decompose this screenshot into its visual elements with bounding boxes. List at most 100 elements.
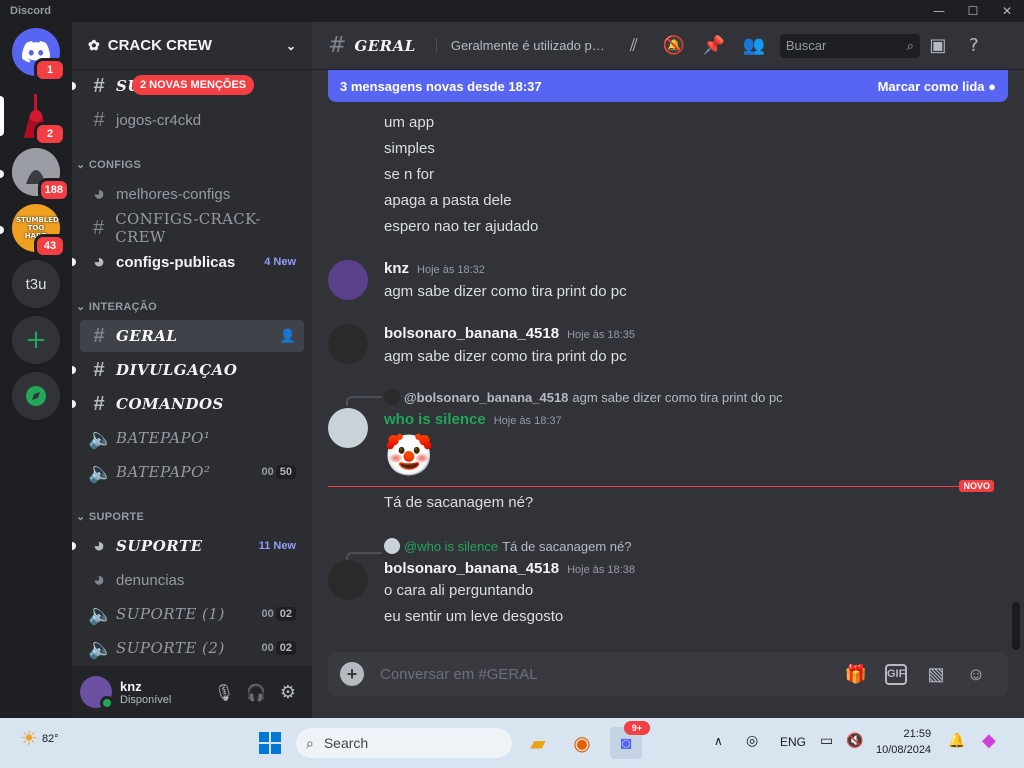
window-titlebar: Discord — ☐ ✕ bbox=[0, 0, 1024, 22]
avatar[interactable] bbox=[328, 324, 368, 364]
server-t3u[interactable]: t3u bbox=[12, 260, 60, 308]
inbox-icon[interactable]: ▣ bbox=[920, 35, 956, 56]
category-configs[interactable]: ⌄ CONFIGS bbox=[76, 158, 141, 171]
language-indicator[interactable]: ENG bbox=[780, 735, 806, 749]
hash-icon: # bbox=[93, 324, 105, 347]
voice-batepapo-1[interactable]: 🔈 BATEPAPO¹ bbox=[80, 422, 304, 454]
emoji-icon[interactable]: ☺ bbox=[956, 664, 996, 685]
message-author[interactable]: who is silence Hoje às 18:37 bbox=[384, 411, 562, 428]
chevron-down-icon: ⌄ bbox=[285, 38, 296, 53]
channel-suporte[interactable]: ◕ SUPORTE 11 New bbox=[72, 530, 304, 562]
message-list: um app simples se n for apaga a pasta de… bbox=[312, 102, 1024, 652]
upload-plus-icon[interactable]: + bbox=[340, 662, 364, 686]
guild-name: CRACK CREW bbox=[107, 37, 212, 54]
new-badge: 11 New bbox=[258, 540, 296, 552]
close-button[interactable]: ✕ bbox=[990, 0, 1024, 22]
threads-icon[interactable]: ⫽ bbox=[614, 35, 654, 56]
headphones-icon[interactable]: 🎧 bbox=[240, 683, 272, 702]
sticker-icon[interactable]: ▧ bbox=[916, 664, 956, 685]
notification-bell-icon[interactable]: 🔔 bbox=[948, 732, 965, 749]
volume-icon[interactable]: 🔇 bbox=[846, 732, 863, 749]
channel-denuncias[interactable]: ◕ denuncias bbox=[80, 564, 304, 596]
hash-icon: # bbox=[93, 392, 105, 415]
channel-geral[interactable]: # GERAL 👤 bbox=[80, 320, 304, 352]
voice-suporte-2[interactable]: 🔈 SUPORTE (2) 00 02 bbox=[80, 632, 304, 664]
channel-comandos[interactable]: # COMANDOS bbox=[72, 388, 304, 420]
new-messages-divider bbox=[328, 486, 990, 487]
notification-badge: 43 bbox=[34, 234, 66, 258]
app-name: Discord bbox=[10, 5, 51, 17]
channel-divulgacao[interactable]: # DIVULGAÇAO bbox=[72, 354, 304, 386]
add-server-button[interactable]: + bbox=[12, 316, 60, 364]
mentions-pill[interactable]: 2 NOVAS MENÇÕES bbox=[132, 75, 255, 95]
notification-mute-icon[interactable]: 🔕 bbox=[654, 35, 694, 56]
channel-topic[interactable]: Geralmente é utilizado par... bbox=[435, 38, 606, 53]
file-explorer-icon[interactable]: ▰ bbox=[522, 727, 554, 759]
clock[interactable]: 21:59 10/08/2024 bbox=[876, 726, 931, 758]
new-messages-bar[interactable]: 3 mensagens novas desde 18:37 Marcar com… bbox=[328, 70, 1008, 102]
start-button[interactable] bbox=[254, 727, 286, 759]
explore-button[interactable] bbox=[12, 372, 60, 420]
server-red[interactable]: 2 bbox=[12, 92, 66, 146]
network-icon[interactable]: ◎ bbox=[746, 732, 758, 749]
reply-preview[interactable]: @who is silence Tá de sacanagem né? bbox=[384, 538, 632, 554]
user-avatar[interactable] bbox=[80, 676, 114, 710]
notification-badge: 188 bbox=[37, 178, 70, 202]
voice-suporte-1[interactable]: 🔈 SUPORTE (1) 00 02 bbox=[80, 598, 304, 630]
firefox-icon[interactable]: ◉ bbox=[566, 727, 598, 759]
avatar[interactable] bbox=[328, 408, 368, 448]
weather-widget[interactable]: ☀ 82° bbox=[20, 726, 59, 751]
channel-title: GERAL bbox=[354, 36, 416, 55]
display-icon[interactable]: ▭ bbox=[820, 732, 833, 749]
gift-icon[interactable]: 🎁 bbox=[836, 664, 876, 685]
scrollbar[interactable] bbox=[1012, 602, 1020, 650]
message-author[interactable]: bolsonaro_banana_4518 Hoje às 18:38 bbox=[384, 560, 635, 577]
message-text: agm sabe dizer como tira print do pc bbox=[384, 283, 627, 300]
channel-melhores-configs[interactable]: ◕ melhores-configs bbox=[80, 178, 304, 210]
selected-indicator bbox=[0, 96, 4, 136]
message-line: apaga a pasta dele bbox=[384, 192, 512, 209]
message-author[interactable]: bolsonaro_banana_4518 Hoje às 18:35 bbox=[384, 325, 635, 342]
forum-icon: ◕ bbox=[92, 568, 106, 591]
category-suporte[interactable]: ⌄ SUPORTE bbox=[76, 510, 144, 523]
avatar[interactable] bbox=[328, 560, 368, 600]
plus-icon: + bbox=[25, 325, 47, 355]
maximize-button[interactable]: ☐ bbox=[956, 0, 990, 22]
search-input[interactable]: Buscar ⌕ bbox=[779, 33, 920, 58]
reply-preview[interactable]: @bolsonaro_banana_4518 agm sabe dizer co… bbox=[384, 389, 783, 405]
minimize-button[interactable]: — bbox=[922, 0, 956, 22]
taskbar-search[interactable]: ⌕ Search bbox=[296, 728, 512, 758]
category-interacao[interactable]: ⌄ INTERAÇÃO bbox=[76, 300, 157, 313]
copilot-icon[interactable]: ◆ bbox=[982, 730, 996, 751]
mark-as-read-button[interactable]: Marcar como lida ● bbox=[878, 79, 996, 94]
channel-configs-crack-crew[interactable]: # CONFIGS-CRACK-CREW bbox=[80, 210, 304, 246]
server-gray[interactable]: 188 bbox=[12, 148, 70, 202]
help-icon[interactable]: ? bbox=[956, 35, 992, 56]
message-author[interactable]: knz Hoje às 18:32 bbox=[384, 260, 485, 277]
new-badge: 4 New bbox=[264, 256, 296, 268]
guild-icon: ✿ bbox=[88, 37, 100, 53]
home-button[interactable]: 1 bbox=[12, 28, 66, 82]
server-stumbled[interactable]: STUMBLED TOO HARD 43 bbox=[12, 204, 66, 258]
reply-avatar bbox=[384, 389, 400, 405]
channel-jogos[interactable]: # jogos-cr4ckd bbox=[80, 104, 304, 136]
message-line: espero nao ter ajudado bbox=[384, 218, 539, 235]
channel-su[interactable]: # SU 2 NOVAS MENÇÕES bbox=[72, 70, 304, 102]
message-composer[interactable]: + Conversar em #GERAL 🎁 GIF ▧ ☺ bbox=[328, 652, 1008, 696]
reply-spine bbox=[346, 396, 382, 406]
member-list-icon[interactable]: 👥 bbox=[734, 35, 774, 56]
add-member-icon[interactable]: 👤 bbox=[280, 328, 296, 344]
avatar[interactable] bbox=[328, 260, 368, 300]
voice-batepapo-2[interactable]: 🔈 BATEPAPO² 00 50 bbox=[80, 456, 304, 488]
guild-header[interactable]: ✿ CRACK CREW ⌄ bbox=[72, 22, 312, 70]
channel-configs-publicas[interactable]: ◕ configs-publicas 4 New bbox=[72, 246, 304, 278]
gif-button[interactable]: GIF bbox=[885, 663, 907, 685]
chevron-up-icon[interactable]: ∧ bbox=[714, 734, 723, 748]
settings-gear-icon[interactable]: ⚙ bbox=[272, 682, 304, 703]
microphone-icon[interactable]: 🎙 bbox=[208, 683, 240, 702]
message-input[interactable]: Conversar em #GERAL bbox=[380, 666, 836, 683]
pin-icon[interactable]: 📌 bbox=[694, 35, 734, 56]
discord-taskbar-icon[interactable]: ◙ 9+ bbox=[610, 721, 650, 759]
forum-icon: ◕ bbox=[92, 250, 106, 273]
unread-dot bbox=[0, 170, 4, 178]
